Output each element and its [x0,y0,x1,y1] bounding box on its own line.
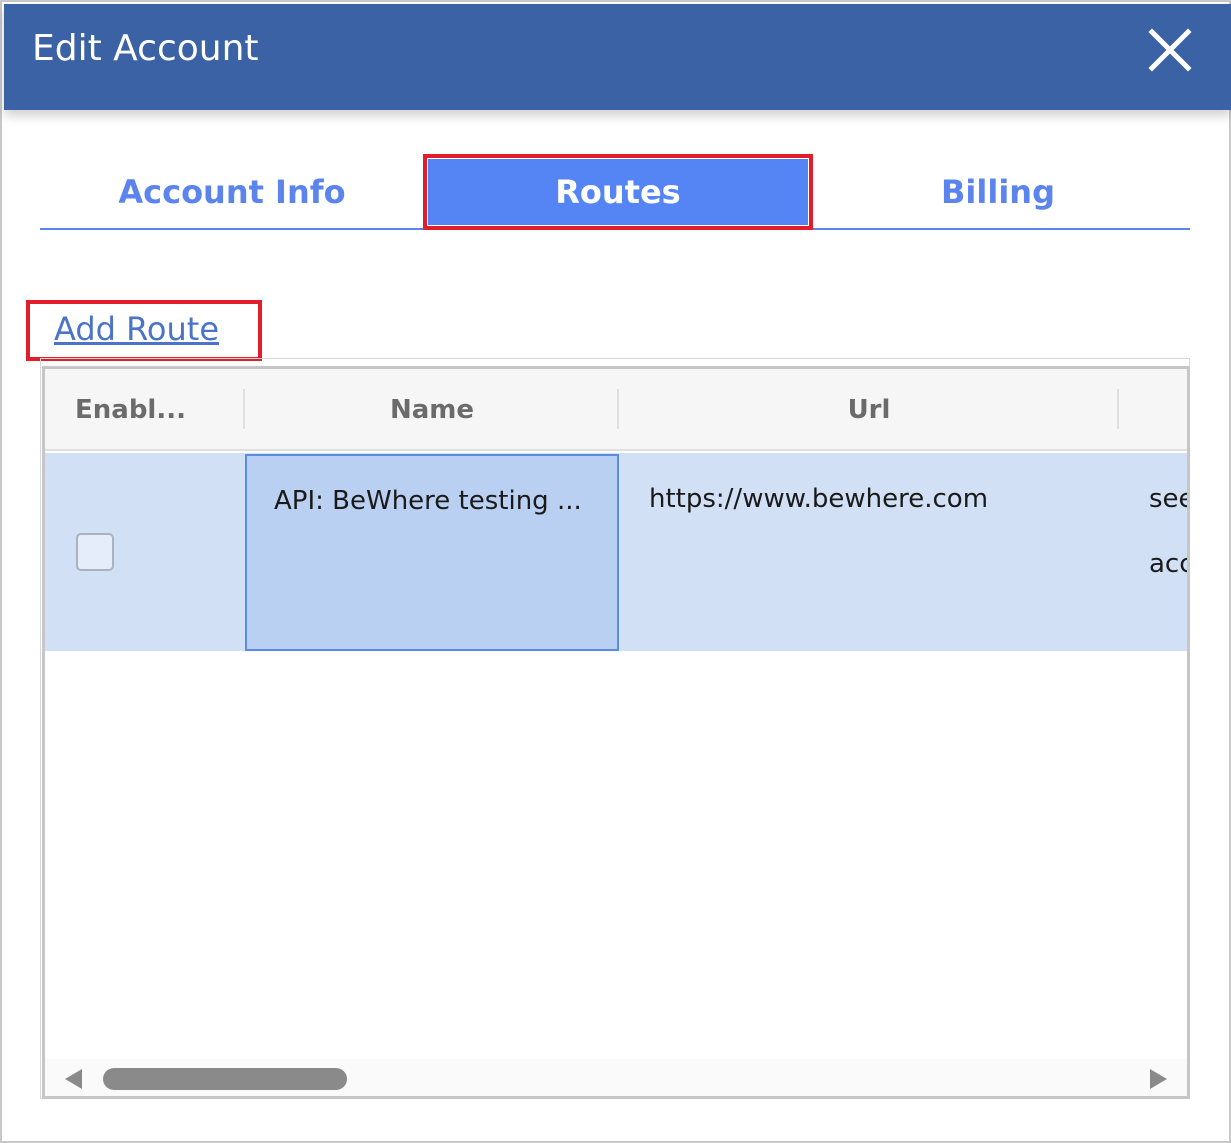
tab-billing[interactable]: Billing [806,154,1190,230]
dialog-titlebar: Edit Account [4,4,1231,110]
route-name: API: BeWhere testing ... [274,486,582,516]
scroll-right-arrow-icon[interactable] [1150,1069,1167,1089]
tab-bar: Account Info Routes Billing [40,154,1190,230]
tab-routes[interactable]: Routes [423,154,813,230]
table-row[interactable]: API: BeWhere testing ... https://www.bew… [45,453,1190,651]
add-route-link[interactable]: Add Route [54,310,219,348]
scroll-left-arrow-icon[interactable] [65,1069,82,1089]
column-header-name[interactable]: Name [245,369,619,451]
edit-account-dialog: Edit Account Account Info Routes Billing… [0,0,1231,1143]
dialog-title: Edit Account [32,28,259,69]
column-header-url[interactable]: Url [619,369,1119,451]
tab-account-info[interactable]: Account Info [40,154,424,230]
route-extra-line2: acc [1149,549,1190,579]
column-header-enabled[interactable]: Enabl... [75,369,215,451]
horizontal-scrollbar[interactable] [45,1059,1187,1096]
grid-header: Enabl... Name Url [45,369,1187,451]
enabled-checkbox[interactable] [76,533,114,571]
close-button[interactable] [1146,26,1194,74]
routes-grid: Enabl... Name Url API: BeWhere testing .… [42,366,1190,1099]
close-icon [1148,28,1192,72]
route-url: https://www.bewhere.com [649,484,989,514]
column-separator[interactable] [1117,389,1119,429]
name-cell[interactable]: API: BeWhere testing ... [245,454,619,651]
scroll-thumb[interactable] [103,1068,347,1090]
tab-routes-label: Routes [555,173,681,211]
route-extra-line1: see [1149,484,1190,514]
